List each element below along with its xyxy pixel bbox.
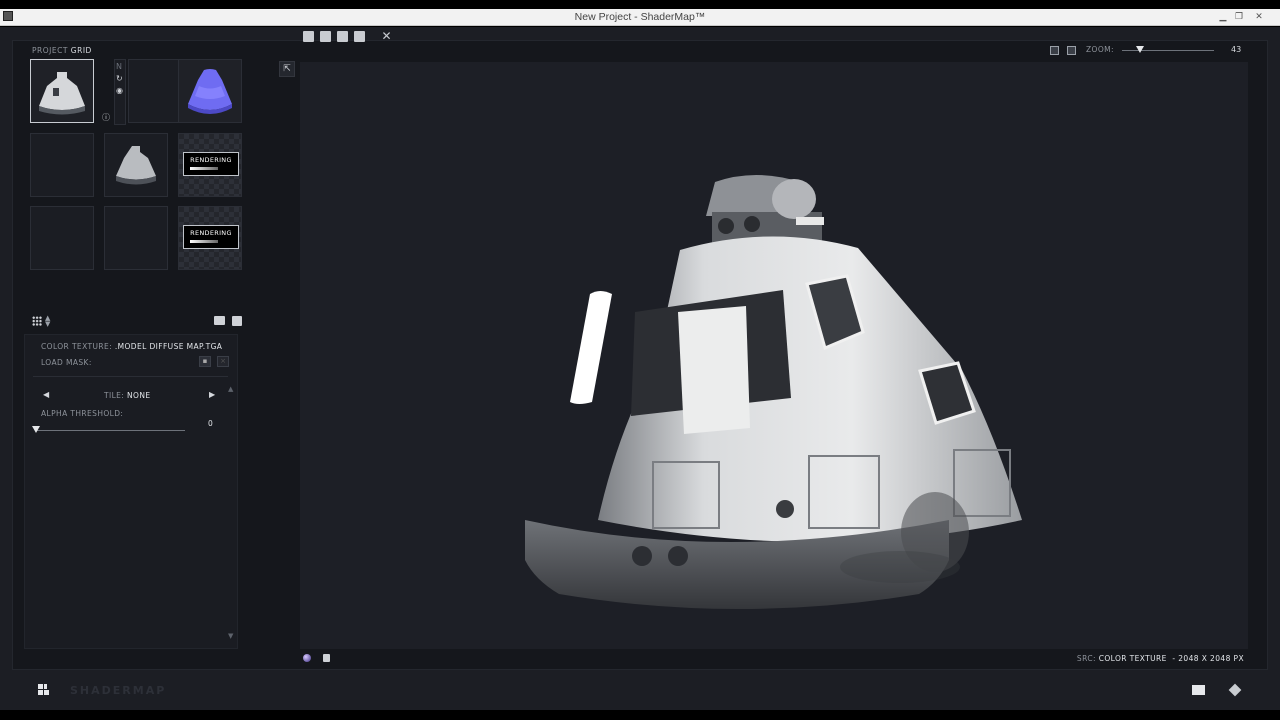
rendering-progress [190, 240, 218, 243]
minimize-button[interactable]: ▁ [1217, 11, 1229, 23]
map-slot-rendering-2[interactable]: RENDERING [178, 206, 242, 270]
actual-size-icon[interactable] [1067, 46, 1076, 55]
lock-icon[interactable] [323, 654, 330, 662]
alpha-threshold-value: 0 [208, 419, 214, 428]
save-all-icon[interactable] [354, 30, 365, 42]
main-toolbar: ✕ [303, 28, 392, 44]
layout-toggle-icon[interactable] [1192, 685, 1205, 695]
open-folder-icon[interactable] [320, 30, 331, 42]
normal-n-icon[interactable]: N [116, 62, 122, 71]
zoom-label: ZOOM: [1086, 45, 1114, 54]
rendering-label: RENDERING [190, 156, 232, 164]
sort-icon[interactable]: ▲ ▼ [45, 315, 50, 328]
add-pointer-tool[interactable]: ⇱ [279, 61, 295, 77]
window-title: New Project - ShaderMap™ [574, 11, 706, 23]
divider [33, 376, 228, 377]
fit-view-icon[interactable] [1050, 46, 1059, 55]
rendering-badge: RENDERING [183, 152, 239, 176]
zoom-value: 43 [1231, 45, 1242, 54]
title-bar: New Project - ShaderMap™ ▁ ❐ ✕ [0, 9, 1280, 26]
alpha-threshold-track[interactable] [35, 430, 185, 431]
source-info: SRC: COLOR TEXTURE - 2048 X 2048 PX [1077, 654, 1244, 663]
alpha-threshold-thumb[interactable] [32, 426, 40, 433]
grid-view-icon[interactable] [32, 316, 42, 326]
map-slot-empty-4[interactable] [104, 206, 168, 270]
sphere-preview-icon[interactable] [303, 654, 311, 662]
rendering-badge: RENDERING [183, 225, 239, 249]
tile-value: NONE [127, 391, 151, 400]
rendering-label: RENDERING [190, 229, 232, 237]
normal-map-thumbnail [179, 60, 241, 122]
new-file-icon[interactable] [303, 30, 314, 42]
scroll-up-icon[interactable]: ▲ [228, 385, 233, 393]
slot-side-strip: N ↻ ◉ [114, 59, 126, 125]
color-texture-row: COLOR TEXTURE: .MODEL DIFFUSE MAP.TGA [41, 342, 222, 351]
map-slot-diffuse[interactable] [30, 59, 94, 123]
map-slot-rendering-1[interactable]: RENDERING [178, 133, 242, 197]
letterbox-top [0, 0, 1280, 9]
src-label: SRC: [1076, 654, 1096, 663]
map-slot-ao[interactable] [104, 133, 168, 197]
alpha-threshold-label: ALPHA THRESHOLD: [41, 409, 124, 418]
tile-next-button[interactable]: ▶ [209, 390, 215, 399]
load-mask-button[interactable]: ▪ [199, 356, 211, 367]
src-value: COLOR TEXTURE [1098, 654, 1167, 663]
brand-logo: SHADERMAP [70, 684, 167, 697]
close-button[interactable]: ✕ [1253, 11, 1265, 23]
3d-preview-icon[interactable] [1228, 683, 1242, 697]
load-mask-label: LOAD MASK: [41, 358, 92, 367]
eye-icon[interactable]: ◉ [116, 86, 123, 95]
src-dimensions: - 2048 X 2048 PX [1172, 654, 1244, 663]
texture-viewport[interactable] [300, 62, 1248, 649]
project-name: GRID [70, 46, 92, 55]
info-icon[interactable]: ⓘ [102, 112, 110, 123]
app-window: ✕ PROJECT GRID ▪ ◀ ▪ N ↻ ◉ ⓘ [0, 27, 1280, 710]
refresh-icon[interactable]: ↻ [116, 74, 123, 83]
project-grid-panel: PROJECT GRID ▪ ◀ ▪ N ↻ ◉ ⓘ [18, 42, 248, 650]
scroll-down-icon[interactable]: ▼ [228, 632, 233, 640]
tile-row: TILE: NONE [104, 391, 151, 400]
color-texture-label: COLOR TEXTURE: [41, 342, 113, 351]
restore-button[interactable]: ❐ [1233, 11, 1245, 23]
tools-icon[interactable]: ✕ [381, 30, 392, 42]
viewport-footer: SRC: COLOR TEXTURE - 2048 X 2048 PX [300, 651, 1248, 667]
tile-prev-button[interactable]: ◀ [43, 390, 49, 399]
color-texture-value[interactable]: .MODEL DIFFUSE MAP.TGA [115, 342, 223, 351]
map-slot-empty-2[interactable] [30, 133, 94, 197]
project-label-text: PROJECT [32, 46, 68, 55]
grid-controls: ▲ ▼ [32, 315, 244, 329]
capsule-render [525, 175, 1022, 609]
map-slot-normal[interactable] [178, 59, 242, 123]
letterbox-bottom [0, 710, 1280, 720]
open-folder-icon[interactable] [214, 316, 225, 325]
zoom-slider-thumb[interactable] [1136, 46, 1144, 53]
save-icon[interactable] [337, 30, 348, 42]
save-icon[interactable] [232, 316, 242, 326]
rendering-progress [190, 167, 218, 170]
project-label: PROJECT GRID [32, 46, 92, 55]
bottom-bar: SHADERMAP [0, 675, 1280, 710]
main-menu-icon[interactable] [38, 684, 50, 696]
map-parameters-panel: COLOR TEXTURE: .MODEL DIFFUSE MAP.TGA LO… [24, 334, 238, 649]
map-slot-empty-3[interactable] [30, 206, 94, 270]
zoom-controls: ZOOM: 43 [1050, 43, 1250, 57]
tile-label: TILE: [104, 391, 125, 400]
ao-thumbnail [105, 134, 167, 196]
clear-mask-button[interactable]: × [217, 356, 229, 367]
capsule-thumbnail [31, 60, 93, 122]
